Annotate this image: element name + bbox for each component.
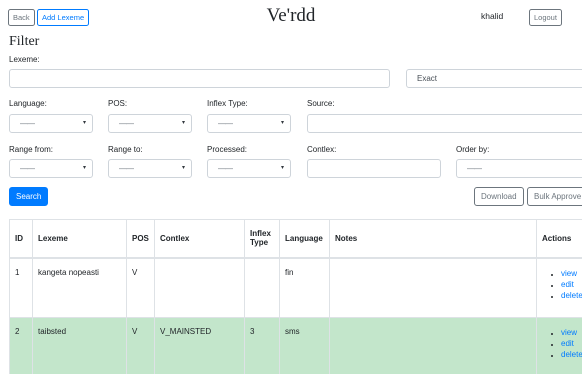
chevron-down-icon: ▾ [181, 120, 185, 126]
cell-id: 1 [9, 257, 33, 318]
cell-contlex [154, 257, 245, 318]
cell-inflex-type: 3 [244, 317, 280, 374]
pos-select-value: —— [119, 119, 134, 128]
lexeme-label: Lexeme: [9, 55, 40, 64]
chevron-down-icon: ▾ [82, 165, 86, 171]
cell-language: sms [279, 317, 330, 374]
cell-actions: view edit delete [536, 257, 582, 318]
cell-pos: V [126, 317, 155, 374]
cell-inflex-type [244, 257, 280, 318]
chevron-down-icon: ▾ [280, 120, 284, 126]
bulk-approve-button[interactable]: Bulk Approve [527, 187, 582, 206]
cell-pos: V [126, 257, 155, 318]
edit-link[interactable]: edit [561, 279, 582, 290]
inflex-type-select[interactable]: —— ▾ [207, 114, 291, 133]
table-header-row: ID Lexeme POS Contlex Inflex Type Langua… [9, 219, 582, 259]
contlex-input[interactable] [307, 159, 441, 178]
source-label: Source: [307, 99, 335, 108]
cell-lexeme: kangeta nopeasti [32, 257, 127, 318]
cell-contlex: V_MAINSTED [154, 317, 245, 374]
column-header-id: ID [9, 219, 33, 259]
top-navbar: Back Add Lexeme Ve'rdd khalid Logout [0, 0, 582, 32]
pos-label: POS: [108, 99, 128, 108]
cell-notes [329, 257, 537, 318]
chevron-down-icon: ▾ [280, 165, 284, 171]
source-input[interactable] [307, 114, 582, 133]
contlex-label: Contlex: [307, 145, 337, 154]
cell-actions: view edit delete [536, 317, 582, 374]
table-row: 2 taibsted V V_MAINSTED 3 sms view edit … [9, 317, 582, 374]
processed-select-value: —— [218, 164, 233, 173]
search-button[interactable]: Search [9, 187, 49, 206]
range-to-label: Range to: [108, 145, 143, 154]
cell-id: 2 [9, 317, 33, 374]
order-by-select-value: —— [467, 164, 482, 173]
cell-lexeme: taibsted [32, 317, 127, 374]
pos-select[interactable]: —— ▾ [108, 114, 192, 133]
column-header-inflex-type: Inflex Type [244, 219, 280, 259]
match-mode-select[interactable]: Exact [406, 69, 582, 88]
edit-link[interactable]: edit [561, 338, 582, 349]
language-label: Language: [9, 99, 47, 108]
range-to-select[interactable]: —— ▾ [108, 159, 192, 178]
view-link[interactable]: view [561, 268, 582, 279]
column-header-notes: Notes [329, 219, 537, 259]
range-from-label: Range from: [9, 145, 54, 154]
chevron-down-icon: ▾ [181, 165, 185, 171]
match-mode-value: Exact [417, 74, 438, 83]
range-to-select-value: —— [119, 164, 134, 173]
column-header-contlex: Contlex [154, 219, 245, 259]
processed-label: Processed: [207, 145, 248, 154]
order-by-select[interactable]: —— [456, 159, 582, 178]
range-from-select[interactable]: —— ▾ [9, 159, 93, 178]
filter-heading: Filter [9, 34, 40, 49]
lexeme-input[interactable] [9, 69, 390, 88]
column-header-lexeme: Lexeme [32, 219, 127, 259]
delete-link[interactable]: delete [561, 349, 582, 360]
order-by-label: Order by: [456, 145, 490, 154]
download-button[interactable]: Download [474, 187, 524, 206]
cell-language: fin [279, 257, 330, 318]
column-header-language: Language [279, 219, 330, 259]
processed-select[interactable]: —— ▾ [207, 159, 291, 178]
view-link[interactable]: view [561, 327, 582, 338]
delete-link[interactable]: delete [561, 290, 582, 301]
language-select[interactable]: —— ▾ [9, 114, 93, 133]
inflex-type-label: Inflex Type: [207, 99, 248, 108]
inflex-type-select-value: —— [218, 119, 233, 128]
lexeme-table: ID Lexeme POS Contlex Inflex Type Langua… [9, 219, 582, 374]
username-label: khalid [481, 11, 504, 21]
cell-notes [329, 317, 537, 374]
column-header-pos: POS [126, 219, 155, 259]
chevron-down-icon: ▾ [82, 120, 86, 126]
logout-button[interactable]: Logout [529, 9, 562, 26]
range-from-select-value: —— [20, 164, 35, 173]
table-row: 1 kangeta nopeasti V fin view edit delet… [9, 257, 582, 318]
language-select-value: —— [20, 119, 35, 128]
column-header-actions: Actions [536, 219, 582, 259]
